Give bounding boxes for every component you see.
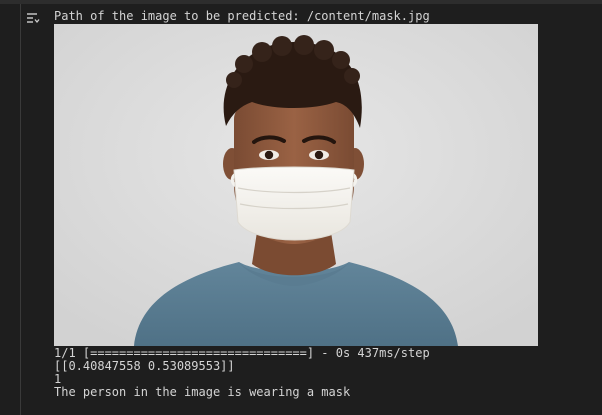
result-text: The person in the image is wearing a mas… (54, 385, 351, 399)
input-prompt-text: Path of the image to be predicted: /cont… (54, 9, 430, 23)
output-toggle-icon (27, 13, 40, 24)
predicted-image (54, 24, 538, 346)
output-toggle-button[interactable] (24, 10, 42, 26)
gutter-divider (20, 4, 21, 415)
cell-gutter (0, 4, 48, 415)
person-wearing-mask-photo (54, 24, 538, 346)
prediction-array: [[0.40847558 0.53089553]] (54, 359, 235, 373)
cell-top-bar (0, 0, 602, 4)
prediction-output: 1/1 [==============================] - 0… (54, 347, 430, 399)
